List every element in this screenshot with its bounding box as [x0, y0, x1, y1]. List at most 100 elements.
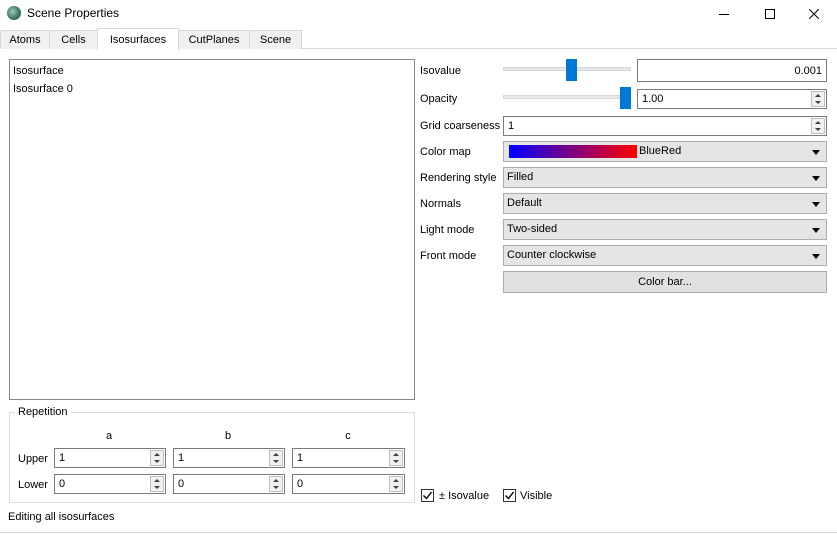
spin-down-icon[interactable]	[270, 458, 282, 465]
grid-coarseness-value: 1	[508, 120, 515, 132]
spin-buttons[interactable]	[811, 91, 825, 107]
spin-buttons[interactable]	[389, 476, 403, 492]
spin-down-icon[interactable]	[151, 458, 163, 465]
light-mode-combo[interactable]: Two-sided	[503, 219, 827, 240]
lower-b-spinbox[interactable]: 0	[173, 474, 285, 494]
light-mode-value: Two-sided	[507, 223, 558, 235]
isovalue-field[interactable]: 0.001	[637, 59, 827, 82]
visible-checkbox[interactable]	[503, 489, 516, 502]
spin-buttons[interactable]	[150, 476, 164, 492]
pm-isovalue-label[interactable]: ± Isovalue	[439, 490, 489, 502]
check-icon	[505, 491, 515, 500]
maximize-button[interactable]	[747, 0, 793, 27]
spin-buttons[interactable]	[150, 450, 164, 466]
grid-coarseness-label: Grid coarseness	[420, 120, 501, 132]
chevron-down-icon	[812, 254, 820, 259]
opacity-label: Opacity	[420, 93, 458, 105]
upper-c-spinbox[interactable]: 1	[292, 448, 405, 468]
spin-down-icon[interactable]	[151, 484, 163, 491]
spin-up-icon[interactable]	[390, 451, 402, 458]
status-text: Editing all isosurfaces	[8, 511, 115, 523]
isovalue-label: Isovalue	[420, 65, 461, 77]
front-mode-label: Front mode	[420, 250, 477, 262]
tab-cutplanes[interactable]: CutPlanes	[178, 30, 250, 49]
color-map-combo[interactable]: BlueRed	[503, 141, 827, 162]
column-c-header: c	[345, 430, 351, 442]
rendering-style-value: Filled	[507, 171, 534, 183]
light-mode-label: Light mode	[420, 224, 475, 236]
color-map-swatch	[509, 145, 637, 158]
lower-label: Lower	[18, 479, 48, 491]
spin-down-icon[interactable]	[390, 458, 402, 465]
chevron-down-icon	[812, 176, 820, 181]
status-divider	[0, 532, 837, 533]
spin-down-icon[interactable]	[812, 126, 824, 133]
upper-a-value: 1	[59, 452, 66, 464]
spin-buttons[interactable]	[269, 450, 283, 466]
lower-a-spinbox[interactable]: 0	[54, 474, 166, 494]
spin-buttons[interactable]	[389, 450, 403, 466]
column-b-header: b	[224, 430, 232, 442]
spin-down-icon[interactable]	[812, 99, 824, 106]
lower-b-value: 0	[178, 478, 185, 490]
color-map-value: BlueRed	[639, 145, 682, 157]
spin-up-icon[interactable]	[151, 451, 163, 458]
front-mode-value: Counter clockwise	[507, 249, 597, 261]
isovalue-slider-thumb[interactable]	[566, 59, 577, 81]
window-title: Scene Properties	[27, 6, 120, 20]
minimize-button[interactable]	[701, 0, 747, 27]
upper-a-spinbox[interactable]: 1	[54, 448, 166, 468]
color-map-label: Color map	[420, 146, 471, 158]
spin-buttons[interactable]	[811, 118, 825, 134]
front-mode-combo[interactable]: Counter clockwise	[503, 245, 827, 266]
spin-up-icon[interactable]	[390, 477, 402, 484]
normals-combo[interactable]: Default	[503, 193, 827, 214]
opacity-value: 1.00	[642, 93, 664, 105]
tab-cells[interactable]: Cells	[49, 30, 98, 49]
maximize-icon	[765, 8, 775, 19]
isovalue-value: 0.001	[794, 65, 822, 77]
visible-label[interactable]: Visible	[520, 490, 552, 502]
check-icon	[423, 491, 433, 500]
column-a-header: a	[105, 430, 113, 442]
spin-down-icon[interactable]	[390, 484, 402, 491]
spin-up-icon[interactable]	[270, 451, 282, 458]
repetition-title: Repetition	[15, 406, 71, 418]
close-button[interactable]	[791, 0, 837, 27]
opacity-slider-track[interactable]	[503, 95, 631, 99]
opacity-spinbox[interactable]: 1.00	[637, 89, 827, 109]
upper-label: Upper	[18, 453, 48, 465]
opacity-slider-thumb[interactable]	[620, 87, 631, 109]
list-item[interactable]: Isosurface 0	[13, 83, 73, 95]
spin-down-icon[interactable]	[270, 484, 282, 491]
tab-scene[interactable]: Scene	[249, 30, 302, 49]
list-item[interactable]: Isosurface	[13, 65, 64, 77]
upper-b-value: 1	[178, 452, 185, 464]
tab-isosurfaces[interactable]: Isosurfaces	[97, 28, 179, 50]
close-icon	[809, 8, 819, 19]
grid-coarseness-spinbox[interactable]: 1	[503, 116, 827, 136]
app-icon	[7, 6, 21, 20]
rendering-style-label: Rendering style	[420, 172, 497, 184]
normals-label: Normals	[420, 198, 461, 210]
upper-c-value: 1	[297, 452, 304, 464]
chevron-down-icon	[812, 202, 820, 207]
chevron-down-icon	[812, 150, 820, 155]
minimize-icon	[719, 13, 729, 15]
spin-buttons[interactable]	[269, 476, 283, 492]
lower-c-value: 0	[297, 478, 304, 490]
spin-up-icon[interactable]	[812, 92, 824, 99]
spin-up-icon[interactable]	[270, 477, 282, 484]
isosurface-list[interactable]: Isosurface Isosurface 0	[9, 59, 415, 400]
normals-value: Default	[507, 197, 542, 209]
rendering-style-combo[interactable]: Filled	[503, 167, 827, 188]
chevron-down-icon	[812, 228, 820, 233]
pm-isovalue-checkbox[interactable]	[421, 489, 434, 502]
upper-b-spinbox[interactable]: 1	[173, 448, 285, 468]
color-bar-button[interactable]: Color bar...	[503, 271, 827, 293]
spin-up-icon[interactable]	[812, 119, 824, 126]
tab-atoms[interactable]: Atoms	[0, 30, 50, 49]
spin-up-icon[interactable]	[151, 477, 163, 484]
lower-a-value: 0	[59, 478, 66, 490]
lower-c-spinbox[interactable]: 0	[292, 474, 405, 494]
